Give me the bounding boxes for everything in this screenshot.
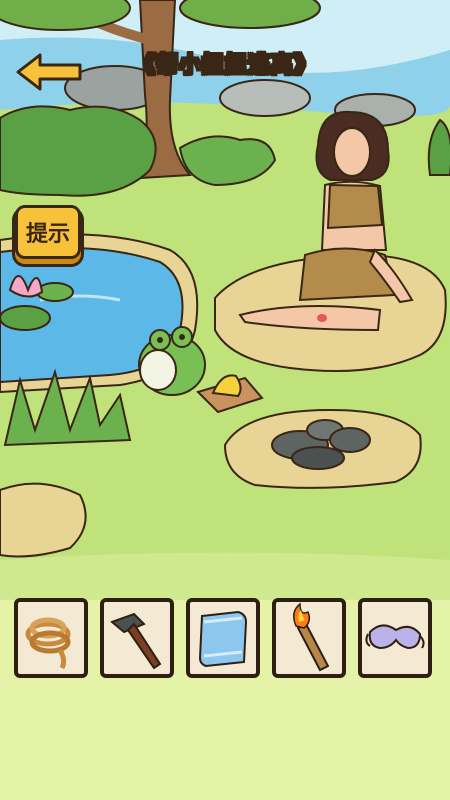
grass-band — [0, 552, 450, 600]
lily-pad — [0, 305, 51, 331]
inventory-slot-hammer[interactable] — [100, 598, 174, 678]
eye-mask-icon — [365, 624, 425, 650]
towel-icon — [198, 610, 248, 668]
back-arrow-icon — [16, 53, 82, 91]
girl-hotspot[interactable] — [240, 108, 420, 338]
sand-patch — [0, 482, 87, 558]
inventory-slot-torch[interactable] — [272, 598, 346, 678]
stones-hotspot[interactable] — [268, 415, 378, 473]
hint-button[interactable]: 提示 — [15, 205, 81, 259]
gold-board-hotspot[interactable] — [198, 368, 264, 414]
level-title: 《帮小姐姐逃离》 — [132, 53, 317, 79]
rope-icon — [25, 617, 71, 670]
hint-button-label: 提示 — [25, 222, 70, 247]
frog-hotspot[interactable] — [138, 325, 206, 397]
back-button[interactable] — [14, 52, 84, 92]
inventory-slot-eye-mask[interactable] — [358, 598, 432, 678]
bush — [0, 105, 157, 197]
inventory-slot-rope[interactable] — [14, 598, 88, 678]
inventory-slot-towel[interactable] — [186, 598, 260, 678]
torch-icon — [293, 602, 330, 672]
hammer-icon — [110, 612, 162, 670]
inventory-bar — [0, 598, 450, 682]
